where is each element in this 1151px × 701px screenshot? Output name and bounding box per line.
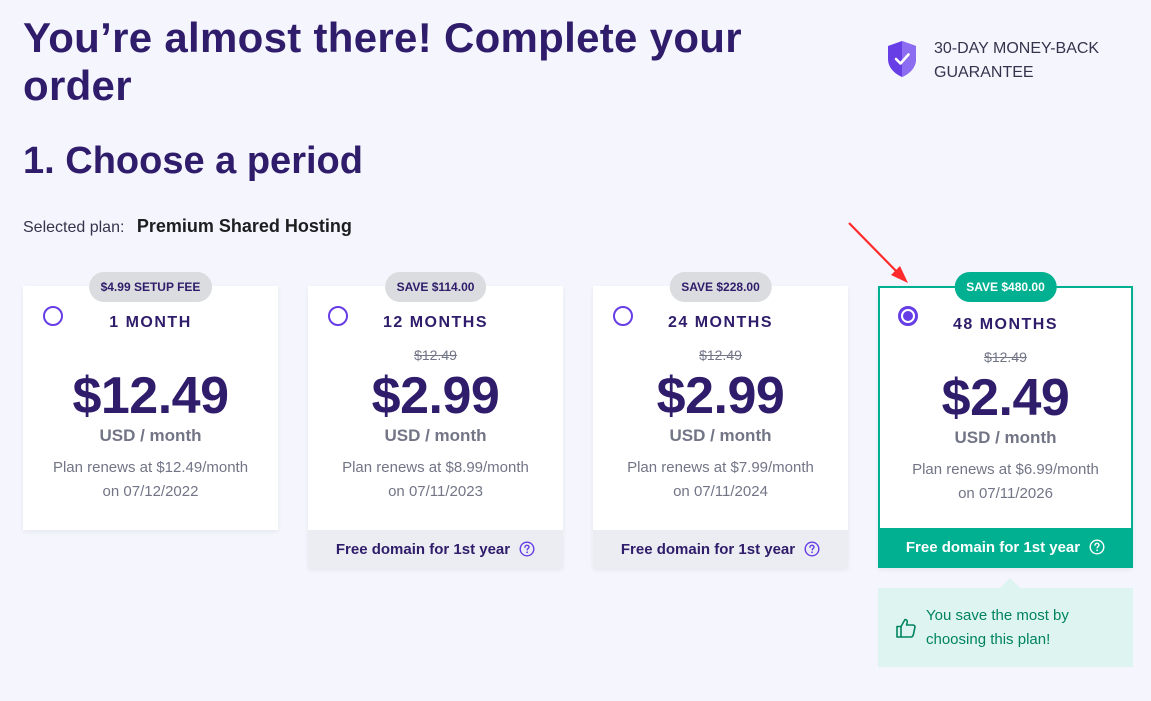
- selected-plan-label: Selected plan:: [23, 219, 125, 236]
- plan-renewal-info: Plan renews at $12.49/month on 07/12/202…: [33, 456, 268, 504]
- plan-old-price: $12.49: [984, 349, 1027, 365]
- plan-badge: SAVE $228.00: [669, 272, 772, 302]
- plan-period: 12 MONTHS: [382, 314, 489, 331]
- section-title: 1. Choose a period: [23, 140, 363, 182]
- plan-card-48-months[interactable]: SAVE $480.00 48 MONTHS $12.49 $2.49 USD …: [878, 272, 1133, 568]
- page-title: You’re almost there! Complete your order: [23, 14, 742, 109]
- plan-card-12-months[interactable]: SAVE $114.00 12 MONTHS $12.49 $2.99 USD …: [308, 272, 563, 568]
- plan-price-unit: USD / month: [954, 428, 1057, 447]
- shield-check-icon: [888, 41, 916, 77]
- plan-renewal-line-2: on 07/12/2022: [102, 483, 199, 500]
- selected-plan: Selected plan: Premium Shared Hosting: [23, 214, 352, 240]
- checkout-page: You’re almost there! Complete your order…: [0, 0, 1151, 701]
- free-domain-footer: Free domain for 1st year: [308, 530, 563, 568]
- plan-renewal-line-1: Plan renews at $12.49/month: [52, 459, 249, 476]
- plan-period: 1 MONTH: [109, 314, 192, 331]
- help-circle-icon[interactable]: [1089, 539, 1105, 555]
- plan-renewal-info: Plan renews at $7.99/month on 07/11/2024: [603, 456, 838, 504]
- plan-old-price: $12.49: [699, 347, 742, 363]
- plan-card-body: SAVE $228.00 24 MONTHS $12.49 $2.99 USD …: [593, 272, 848, 530]
- savings-note-text: You save the most by choosing this plan!: [926, 606, 1069, 648]
- thumbs-up-icon: [896, 618, 916, 638]
- plan-price: $12.49: [72, 367, 229, 425]
- plan-renewal-line-2: on 07/11/2024: [673, 483, 768, 500]
- plan-period: 48 MONTHS: [952, 316, 1059, 333]
- plan-renewal-info: Plan renews at $6.99/month on 07/11/2026: [890, 458, 1121, 506]
- plan-price-unit: USD / month: [384, 426, 487, 445]
- savings-note: You save the most by choosing this plan!: [878, 578, 1133, 667]
- plan-price-unit: USD / month: [669, 426, 772, 445]
- plan-badge: SAVE $480.00: [954, 272, 1057, 302]
- free-domain-footer: Free domain for 1st year: [880, 528, 1131, 566]
- plan-badge: $4.99 SETUP FEE: [88, 272, 213, 302]
- plan-renewal-line-2: on 07/11/2026: [958, 485, 1053, 502]
- plan-card-body: $4.99 SETUP FEE 1 MONTH $12.49 USD / mon…: [23, 272, 278, 530]
- plan-card-body: SAVE $114.00 12 MONTHS $12.49 $2.99 USD …: [308, 272, 563, 530]
- plan-renewal-line-1: Plan renews at $6.99/month: [912, 461, 1099, 478]
- plan-renewal-line-1: Plan renews at $7.99/month: [627, 459, 814, 476]
- plan-old-price: $12.49: [414, 347, 457, 363]
- plan-period: 24 MONTHS: [667, 314, 774, 331]
- free-domain-label: Free domain for 1st year: [335, 540, 511, 558]
- plan-price-unit: USD / month: [99, 426, 202, 445]
- plan-price: $2.99: [656, 367, 785, 425]
- plan-card-24-months[interactable]: SAVE $228.00 24 MONTHS $12.49 $2.99 USD …: [593, 272, 848, 568]
- plan-price: $2.49: [941, 369, 1070, 427]
- annotation-arrow-icon: [848, 222, 908, 283]
- plan-renewal-line-1: Plan renews at $8.99/month: [342, 459, 529, 476]
- free-domain-label: Free domain for 1st year: [620, 540, 796, 558]
- plan-renewal-line-2: on 07/11/2023: [388, 483, 483, 500]
- plan-card-body: SAVE $480.00 48 MONTHS $12.49 $2.49 USD …: [880, 272, 1131, 528]
- plan-badge: SAVE $114.00: [384, 272, 487, 302]
- plan-renewal-info: Plan renews at $8.99/month on 07/11/2023: [318, 456, 553, 504]
- free-domain-footer: Free domain for 1st year: [593, 530, 848, 568]
- guarantee-text: 30-DAY MONEY-BACK GUARANTEE: [934, 40, 1100, 81]
- plan-card-1-month[interactable]: $4.99 SETUP FEE 1 MONTH $12.49 USD / mon…: [23, 272, 278, 530]
- plan-price: $2.99: [371, 367, 500, 425]
- money-back-guarantee: 30-DAY MONEY-BACK GUARANTEE: [886, 37, 1134, 85]
- help-circle-icon[interactable]: [519, 541, 535, 557]
- help-circle-icon[interactable]: [804, 541, 820, 557]
- selected-plan-value: Premium Shared Hosting: [136, 216, 352, 236]
- free-domain-label: Free domain for 1st year: [905, 538, 1081, 556]
